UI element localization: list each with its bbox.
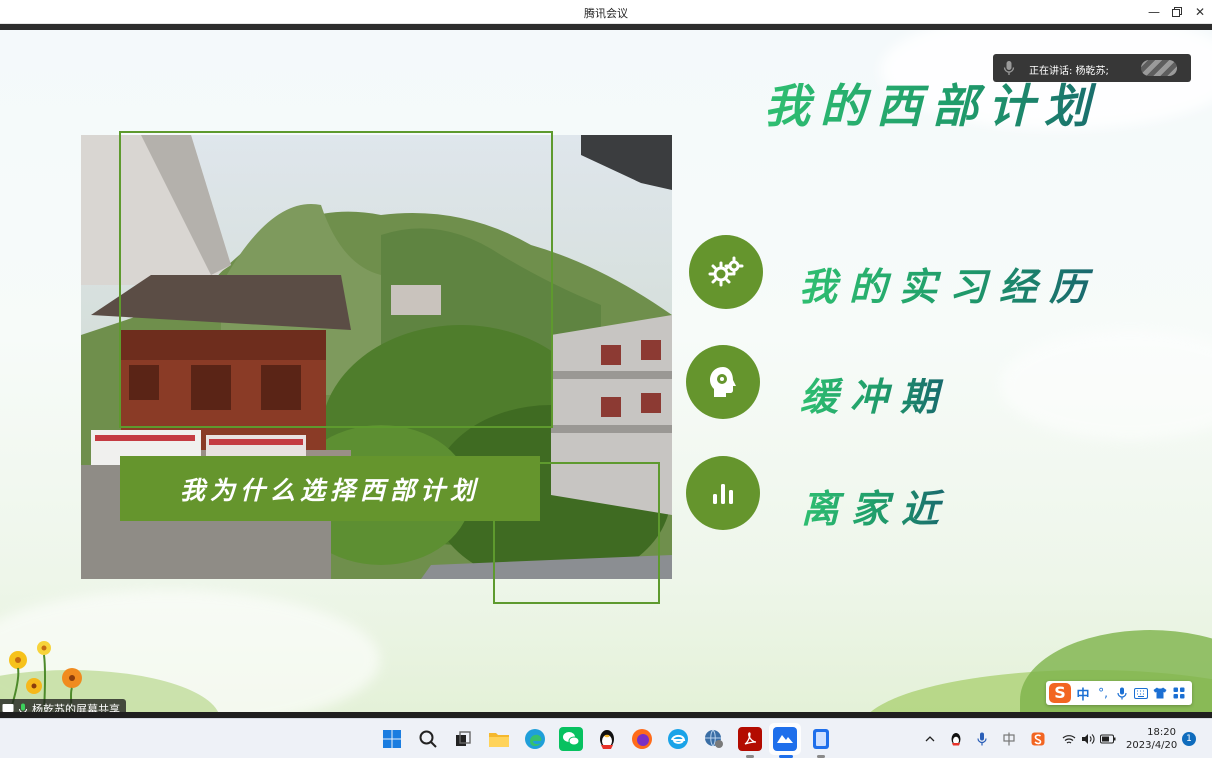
notification-badge[interactable]: 1 (1182, 732, 1196, 746)
chinese-input-icon (1003, 732, 1015, 746)
taskbar: 18:20 2023/4/20 1 (0, 718, 1212, 758)
cloud (1000, 330, 1212, 440)
ime-skin-icon[interactable] (1152, 685, 1168, 701)
wifi-icon (1062, 734, 1076, 744)
close-button[interactable]: ✕ (1189, 2, 1211, 22)
ime-mode-toggle[interactable]: 中 (1074, 684, 1092, 703)
battery-icon (1100, 734, 1116, 744)
ime-punctuation-toggle[interactable]: °, (1095, 685, 1111, 701)
search-button[interactable] (416, 727, 440, 751)
tablet-app-button[interactable] (809, 727, 833, 751)
clock-date: 2023/4/20 (1126, 740, 1178, 751)
start-button[interactable] (380, 727, 404, 751)
screen: 腾讯会议 — ✕ 我的西部计划 我为什么选择西部计划 我的实习经历 缓冲期 离家… (0, 0, 1212, 758)
speaking-indicator[interactable]: 正在讲话: 杨乾苏; (993, 54, 1191, 82)
battery-button[interactable] (1100, 731, 1116, 747)
qq-button[interactable] (595, 727, 619, 751)
tablet-icon (813, 729, 829, 749)
item-label-buffer: 缓冲期 (800, 366, 950, 421)
sogou-logo-icon[interactable]: S (1049, 683, 1071, 703)
microphone-icon (1003, 61, 1015, 75)
edge-icon (525, 729, 545, 749)
item-circle-near-home (686, 456, 760, 530)
edge-browser-button[interactable] (523, 727, 547, 751)
file-explorer-button[interactable] (487, 727, 511, 751)
ie-browser-button[interactable] (666, 727, 690, 751)
wechat-button[interactable] (559, 727, 583, 751)
pdf-reader-button[interactable] (738, 727, 762, 751)
globe-icon (705, 729, 723, 748)
search-icon (419, 730, 437, 748)
photo-frame-top (119, 131, 553, 428)
photo-caption: 我为什么选择西部计划 (120, 456, 540, 521)
bar-chart-icon (713, 484, 733, 504)
input-method-tray-button[interactable] (1001, 731, 1017, 747)
ime-voice-icon[interactable] (1114, 685, 1130, 701)
ime-toolbox-icon[interactable] (1171, 685, 1187, 701)
sogou-logo-icon (1031, 732, 1045, 746)
qq-penguin-icon (951, 733, 961, 746)
item-circle-internship (689, 235, 763, 309)
item-label-near-home: 离家近 (801, 478, 951, 533)
speaker-avatars (1141, 60, 1177, 76)
folder-icon (489, 733, 509, 747)
chevron-up-icon (925, 736, 935, 742)
task-view-icon (456, 731, 471, 746)
microphone-tray-button[interactable] (974, 731, 990, 747)
restore-icon (1172, 7, 1182, 17)
restore-button[interactable] (1166, 2, 1188, 22)
wifi-button[interactable] (1061, 731, 1077, 747)
firefox-icon (632, 729, 652, 749)
volume-button[interactable] (1080, 731, 1096, 747)
qq-tray-button[interactable] (948, 731, 964, 747)
sogou-tray-button[interactable] (1030, 731, 1046, 747)
item-label-internship: 我的实习经历 (799, 256, 1099, 311)
windows-logo-icon (383, 730, 401, 748)
speaker-icon (1082, 734, 1095, 744)
clock-time: 18:20 (1147, 727, 1176, 738)
gears-icon (708, 256, 744, 287)
ie-browser-icon (668, 729, 688, 749)
window-title: 腾讯会议 (584, 7, 628, 20)
tencent-meeting-button[interactable] (773, 727, 797, 751)
tencent-meeting-icon (777, 735, 793, 743)
item-circle-buffer (686, 345, 760, 419)
ime-keyboard-icon[interactable] (1133, 685, 1149, 701)
head-gear-icon (710, 367, 736, 397)
shared-slide: 我的西部计划 我为什么选择西部计划 我的实习经历 缓冲期 离家近 (0, 30, 1212, 712)
wechat-icon (563, 732, 580, 746)
ime-toolbar[interactable]: S 中 °, (1046, 681, 1192, 705)
network-tool-button[interactable] (702, 727, 726, 751)
pdf-icon (744, 732, 757, 745)
window-titlebar[interactable]: 腾讯会议 — ✕ (0, 0, 1212, 24)
firefox-button[interactable] (630, 727, 654, 751)
task-view-button[interactable] (451, 727, 475, 751)
show-hidden-icons-button[interactable] (922, 731, 938, 747)
microphone-icon (977, 732, 987, 746)
minimize-button[interactable]: — (1143, 2, 1165, 22)
qq-penguin-icon (600, 730, 614, 749)
speaking-label: 正在讲话: 杨乾苏; (1029, 66, 1109, 77)
taskbar-clock[interactable]: 18:20 2023/4/20 (1126, 726, 1178, 752)
